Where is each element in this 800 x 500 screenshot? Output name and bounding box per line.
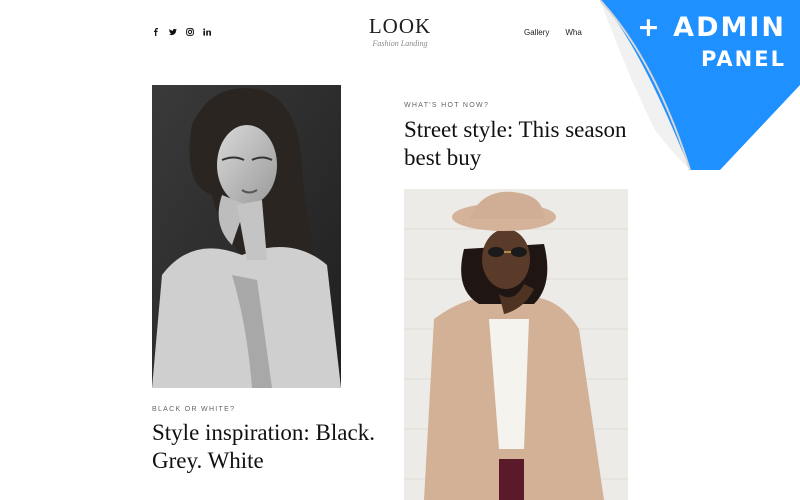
instagram-icon[interactable]	[185, 27, 194, 37]
logo-title: LOOK	[368, 14, 432, 38]
nav-item-whats-hot[interactable]: Wha	[565, 28, 581, 37]
badge-line-admin: + ADMIN	[637, 12, 786, 43]
linkedin-icon[interactable]	[202, 27, 211, 37]
nav-item-gallery[interactable]: Gallery	[524, 28, 549, 37]
admin-panel-badge: + ADMIN PANEL	[599, 0, 800, 171]
black-white-model-photo	[152, 85, 341, 388]
badge-line-panel: PANEL	[700, 47, 786, 71]
main-nav: Gallery Wha	[524, 28, 582, 37]
article-eyebrow: BLACK OR WHITE?	[152, 406, 236, 413]
social-links	[151, 27, 211, 37]
article-eyebrow: WHAT'S HOT NOW?	[404, 102, 490, 109]
logo-subtitle: Fashion Landing	[372, 39, 428, 48]
article-title[interactable]: Style inspiration: Black. Grey. White	[152, 419, 382, 475]
twitter-icon[interactable]	[168, 27, 177, 37]
street-style-model-photo	[404, 189, 628, 500]
site-logo[interactable]: LOOK Fashion Landing	[365, 14, 435, 49]
facebook-icon[interactable]	[151, 27, 160, 37]
